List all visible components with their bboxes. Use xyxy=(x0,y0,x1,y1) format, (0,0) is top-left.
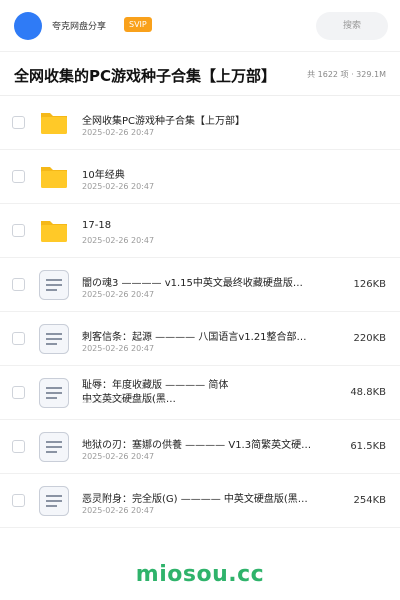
item-date: 2025-02-26 20:47 xyxy=(82,452,155,461)
avatar[interactable] xyxy=(14,12,42,40)
item-checkbox[interactable] xyxy=(12,494,25,507)
top-bar: 夸克网盘分享 SVIP 搜索 xyxy=(0,0,400,52)
item-size: 254KB xyxy=(353,495,386,506)
site-watermark: miosou.cc xyxy=(135,562,265,587)
page-title: 全网收集的PC游戏种子合集【上万部】 xyxy=(14,67,277,85)
file-list: 全网收集PC游戏种子合集【上万部】 2025-02-26 20:47 10年经典… xyxy=(0,96,400,528)
document-icon xyxy=(39,378,69,408)
list-item[interactable]: 耻辱：年度收藏版 ———— 简体中文英文硬盘版(黑… 2025-02-26 20… xyxy=(0,366,400,420)
document-icon xyxy=(39,486,69,516)
item-checkbox[interactable] xyxy=(12,116,25,129)
folder-icon xyxy=(41,221,67,242)
item-size: 126KB xyxy=(353,279,386,290)
item-name: 17-18 xyxy=(82,220,112,231)
item-date: 2025-02-26 20:47 xyxy=(82,506,155,515)
item-name: 恶灵附身：完全版(G) ———— 中英文硬盘版(黑… xyxy=(82,494,308,505)
list-item[interactable]: 10年经典 2025-02-26 20:47 xyxy=(0,150,400,204)
list-item[interactable]: 全网收集PC游戏种子合集【上万部】 2025-02-26 20:47 xyxy=(0,96,400,150)
list-item[interactable]: 17-18 2025-02-26 20:47 xyxy=(0,204,400,258)
item-size: 220KB xyxy=(353,333,386,344)
item-size: 48.8KB xyxy=(350,387,386,398)
item-checkbox[interactable] xyxy=(12,278,25,291)
item-summary: 共 1622 项 · 329.1M xyxy=(307,70,386,79)
item-date: 2025-02-26 20:47 xyxy=(82,396,155,405)
item-name: 地狱の刃：塞娜の供養 ———— V1.3简繁英文硬… xyxy=(82,440,312,451)
item-name: 闇の魂3 ———— v1.15中英文最终收藏硬盘版… xyxy=(82,278,303,289)
search-button[interactable]: 搜索 xyxy=(316,12,388,40)
share-owner-name: 夸克网盘分享 xyxy=(52,22,107,32)
item-date: 2025-02-26 20:47 xyxy=(82,290,155,299)
item-date: 2025-02-26 20:47 xyxy=(82,236,155,245)
title-bar: 全网收集的PC游戏种子合集【上万部】 共 1622 项 · 329.1M xyxy=(0,52,400,96)
item-checkbox[interactable] xyxy=(12,224,25,237)
document-icon xyxy=(39,324,69,354)
item-date: 2025-02-26 20:47 xyxy=(82,344,155,353)
item-name: 10年经典 xyxy=(82,170,125,181)
item-checkbox[interactable] xyxy=(12,440,25,453)
item-name: 全网收集PC游戏种子合集【上万部】 xyxy=(82,116,246,127)
item-checkbox[interactable] xyxy=(12,332,25,345)
folder-icon xyxy=(41,113,67,134)
item-date: 2025-02-26 20:47 xyxy=(82,128,155,137)
document-icon xyxy=(39,270,69,300)
list-item[interactable]: 闇の魂3 ———— v1.15中英文最终收藏硬盘版… 2025-02-26 20… xyxy=(0,258,400,312)
list-item[interactable]: 地狱の刃：塞娜の供養 ———— V1.3简繁英文硬… 2025-02-26 20… xyxy=(0,420,400,474)
item-checkbox[interactable] xyxy=(12,170,25,183)
item-name: 刺客信条：起源 ———— 八国语言v1.21整合部… xyxy=(82,332,307,343)
folder-icon xyxy=(41,167,67,188)
item-date: 2025-02-26 20:47 xyxy=(82,182,155,191)
item-size: 61.5KB xyxy=(350,441,386,452)
svip-badge: SVIP xyxy=(124,17,152,32)
list-item[interactable]: 刺客信条：起源 ———— 八国语言v1.21整合部… 2025-02-26 20… xyxy=(0,312,400,366)
list-item[interactable]: 恶灵附身：完全版(G) ———— 中英文硬盘版(黑… 2025-02-26 20… xyxy=(0,474,400,528)
document-icon xyxy=(39,432,69,462)
item-checkbox[interactable] xyxy=(12,386,25,399)
